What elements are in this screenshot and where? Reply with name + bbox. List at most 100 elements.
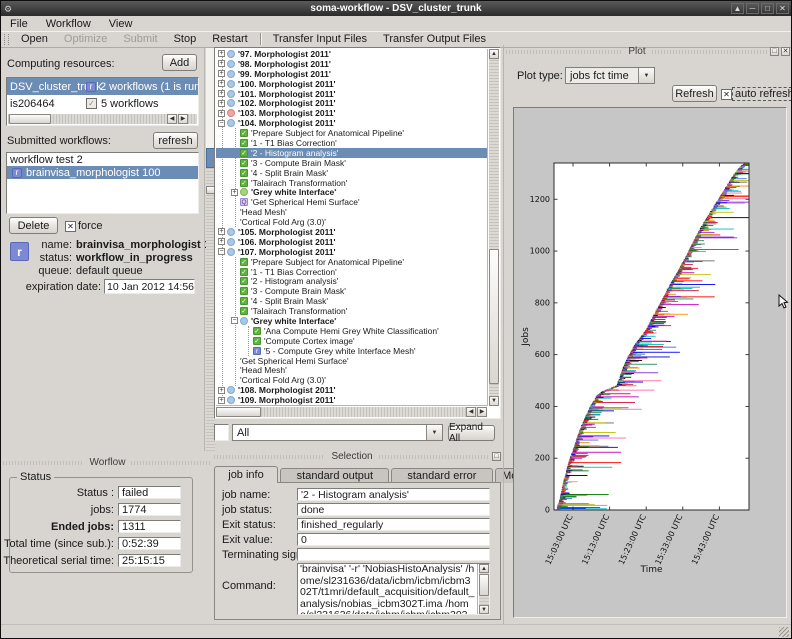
tree-item[interactable]: ✓'Prepare Subject for Anatomical Pipelin… (216, 257, 488, 267)
tree-expander-icon[interactable]: − (218, 120, 225, 127)
tab-job-info[interactable]: job info (214, 466, 278, 483)
tree-item[interactable]: +'99. Morphologist 2011' (216, 69, 488, 79)
chevron-down-icon[interactable]: ▼ (638, 68, 654, 83)
workflows-checkbox[interactable]: ✓ (86, 98, 97, 109)
filter-input[interactable] (214, 424, 229, 441)
tree-expander-icon[interactable]: + (218, 228, 225, 235)
tree-hscroll-thumb[interactable] (216, 407, 261, 417)
tree-item[interactable]: +'102. Morphologist 2011' (216, 98, 488, 108)
rollup-button[interactable]: ▲ (731, 3, 744, 14)
submitted-workflows-list[interactable]: workflow test 2rbrainvisa_morphologist 1… (6, 152, 199, 214)
tree-item[interactable]: ✓'4 - Split Brain Mask' (216, 168, 488, 178)
tree-item[interactable]: 'Cortical Fold Arg (3.0)' (216, 217, 488, 227)
scroll-up-icon[interactable]: ▲ (489, 49, 499, 59)
resource-item[interactable]: DSV_cluster_trunkr2 workflows (1 is runn… (7, 78, 198, 95)
minimize-button[interactable]: ─ (746, 3, 759, 14)
resize-grip[interactable] (779, 627, 789, 637)
tree-item[interactable]: −'104. Morphologist 2011' (216, 118, 488, 128)
scroll-down-icon[interactable]: ▼ (479, 605, 489, 614)
refresh-workflows-button[interactable]: refresh (153, 132, 198, 149)
dock-separator[interactable] (503, 45, 504, 625)
auto-refresh-checkbox[interactable]: ✕ (721, 89, 732, 100)
tree-item[interactable]: +'101. Morphologist 2011' (216, 89, 488, 99)
scroll-right-icon[interactable]: ▶ (477, 407, 487, 417)
tree-item[interactable]: ✓'Talairach Transformation' (216, 178, 488, 188)
tree-expander-icon[interactable]: + (218, 90, 225, 97)
tree-item[interactable]: +'100. Morphologist 2011' (216, 79, 488, 89)
tree-item[interactable]: +'103. Morphologist 2011' (216, 108, 488, 118)
tree-item[interactable]: +'97. Morphologist 2011' (216, 49, 488, 59)
tree-expander-icon[interactable]: + (218, 110, 225, 117)
force-checkbox-label[interactable]: force (78, 220, 102, 232)
tree-expander-icon[interactable]: + (218, 50, 225, 57)
tree-expander-icon[interactable]: + (218, 100, 225, 107)
resources-hscrollbar[interactable]: ◀ ▶ (8, 114, 197, 124)
tree-item[interactable]: +'Grey white Interface' (216, 187, 488, 197)
tree-item[interactable]: +'108. Morphologist 2011' (216, 385, 488, 395)
field-value[interactable]: done (297, 503, 490, 516)
workflow-dock-title[interactable]: Worflow (3, 456, 212, 469)
auto-refresh-label[interactable]: auto refresh (733, 88, 792, 100)
tree-item[interactable]: 'Head Mesh' (216, 366, 488, 376)
stop-button[interactable]: Stop (166, 33, 205, 45)
tree-item[interactable]: ✓'1 - T1 Bias Correction' (216, 138, 488, 148)
tree-expander-icon[interactable]: + (218, 387, 225, 394)
close-dock-icon[interactable]: ✕ (781, 47, 790, 56)
menu-workflow[interactable]: Workflow (37, 18, 100, 30)
tree-item[interactable]: 'Cortical Fold Arg (3.0)' (216, 375, 488, 385)
tree-item[interactable]: −'Grey white Interface' (216, 316, 488, 326)
tree-item[interactable]: ✓'4 - Split Brain Mask' (216, 296, 488, 306)
tree-item[interactable]: ✓'2 - Histogram analysis' (216, 276, 488, 286)
tab-standard-output[interactable]: standard output (280, 468, 389, 483)
delete-button[interactable]: Delete (9, 217, 58, 234)
scroll-left-icon[interactable]: ◀ (466, 407, 476, 417)
plot-canvas[interactable]: 02004006008001000120015:03:00 UTC15:13:0… (513, 107, 787, 618)
scroll-down-icon[interactable]: ▼ (489, 396, 499, 406)
tree-hscrollbar[interactable]: ◀ ▶ (216, 405, 487, 417)
force-checkbox[interactable]: ✕ (65, 221, 76, 232)
tree-item[interactable]: ✓'1 - T1 Bias Correction' (216, 267, 488, 277)
tree-item[interactable]: +'98. Morphologist 2011' (216, 59, 488, 69)
tree-vscrollbar[interactable]: ▲ ▼ (487, 49, 499, 406)
field-value[interactable] (297, 548, 490, 561)
menu-file[interactable]: File (1, 18, 37, 30)
transfer-input-files-button[interactable]: Transfer Input Files (265, 33, 375, 45)
tree-expander-icon[interactable]: + (218, 238, 225, 245)
float-dock-icon[interactable]: □ (770, 47, 779, 56)
workflow-tree[interactable]: +'97. Morphologist 2011'+'98. Morphologi… (214, 47, 501, 419)
plot-type-combo[interactable]: jobs fct time ▼ (565, 67, 655, 84)
tree-item[interactable]: r'5 - Compute Grey white Interface Mesh' (216, 346, 488, 356)
plot-refresh-button[interactable]: Refresh (672, 85, 717, 102)
tree-item[interactable]: +'109. Morphologist 2011' (216, 395, 488, 405)
resource-item[interactable]: is206464✓5 workflows (7, 95, 198, 112)
tree-item[interactable]: +'105. Morphologist 2011' (216, 227, 488, 237)
command-scroll-thumb[interactable] (479, 574, 489, 596)
tree-expander-icon[interactable]: + (218, 80, 225, 87)
tree-expander-icon[interactable]: − (231, 317, 238, 324)
field-value[interactable]: 0 (297, 533, 490, 546)
tab-standard-error[interactable]: standard error (391, 468, 493, 483)
tree-item[interactable]: −'107. Morphologist 2011' (216, 247, 488, 257)
tree-item[interactable]: +'106. Morphologist 2011' (216, 237, 488, 247)
maximize-button[interactable]: □ (761, 3, 774, 14)
tree-item[interactable]: ✓'Ana Compute Hemi Grey White Classifica… (216, 326, 488, 336)
selection-dock-title[interactable]: Selection □ (214, 450, 501, 463)
tree-expander-icon[interactable]: + (218, 60, 225, 67)
menu-view[interactable]: View (100, 18, 142, 30)
tree-vscroll-thumb[interactable] (489, 249, 499, 384)
tree-expander-icon[interactable]: + (231, 189, 238, 196)
close-button[interactable]: ✕ (776, 3, 789, 14)
expand-all-button[interactable]: Expand All (448, 425, 495, 441)
tree-item[interactable]: 'Get Spherical Hemi Surface' (216, 356, 488, 366)
tree-item[interactable]: 'Head Mesh' (216, 207, 488, 217)
tree-item[interactable]: ✓'Prepare Subject for Anatomical Pipelin… (216, 128, 488, 138)
workflow-list-item[interactable]: workflow test 2 (7, 153, 198, 166)
tree-filter-combo[interactable]: All ▼ (232, 424, 443, 441)
scroll-right-icon[interactable]: ▶ (178, 114, 188, 124)
tree-expander-icon[interactable]: + (218, 70, 225, 77)
tree-expander-icon[interactable]: − (218, 248, 225, 255)
command-field[interactable]: 'brainvisa' '-r' 'NobiasHistoAnalysis' /… (297, 563, 490, 615)
tree-item[interactable]: ✓'3 - Compute Brain Mask' (216, 158, 488, 168)
tree-item[interactable]: ✓'Compute Cortex image' (216, 336, 488, 346)
tree-item[interactable]: ✓'Talairach Transformation' (216, 306, 488, 316)
